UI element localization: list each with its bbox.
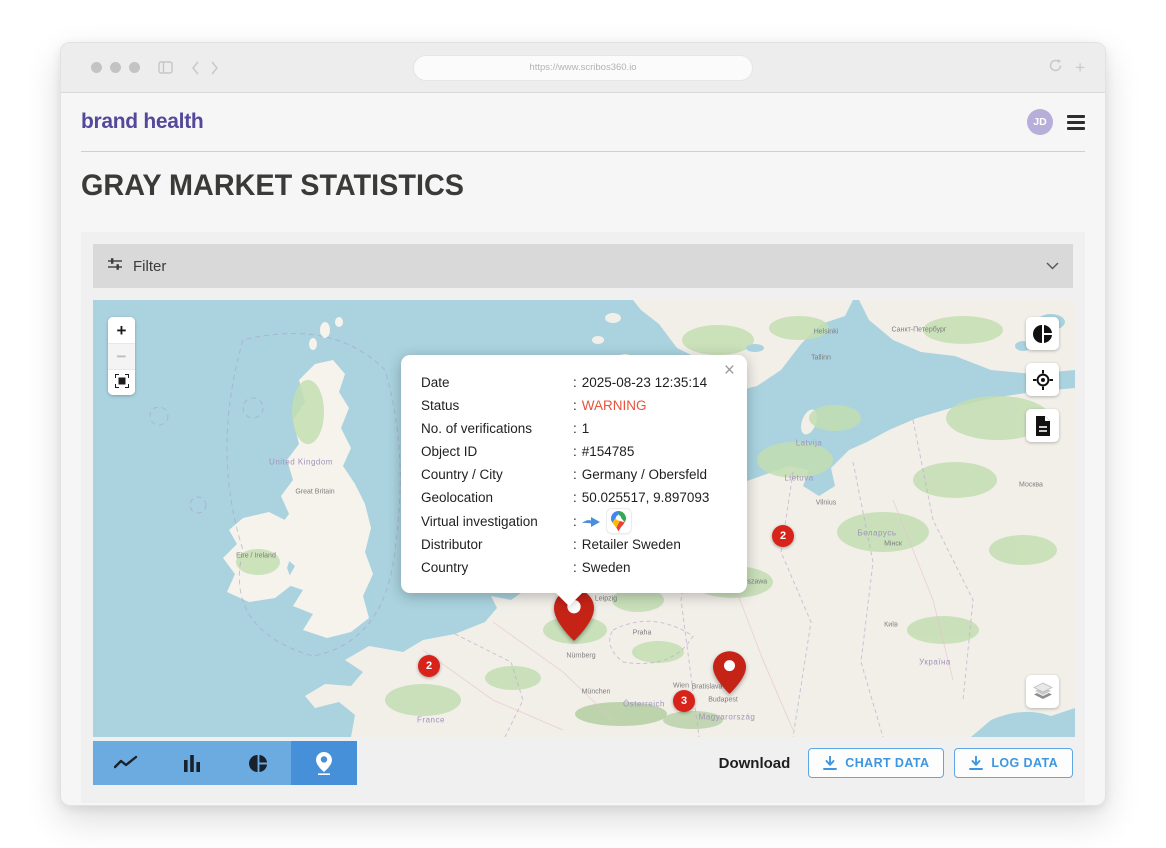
- pin-marker[interactable]: [713, 651, 746, 699]
- download-icon: [969, 756, 983, 770]
- popup-row: Country:Sweden: [421, 556, 727, 579]
- brand-logo: brand health: [81, 110, 203, 134]
- url-bar[interactable]: [413, 55, 753, 81]
- tab-line-chart[interactable]: [93, 741, 159, 785]
- zoom-out-button[interactable]: −: [108, 343, 135, 369]
- tab-pie-chart[interactable]: [225, 741, 291, 785]
- window-panel-icon[interactable]: [158, 61, 173, 74]
- locate-button[interactable]: [1026, 363, 1059, 396]
- traffic-lights[interactable]: [91, 62, 140, 73]
- status-value: WARNING: [582, 394, 647, 417]
- document-icon: [1035, 416, 1051, 436]
- popup-value: #154785: [582, 440, 635, 463]
- popup-value: 1: [582, 417, 590, 440]
- download-icon: [823, 756, 837, 770]
- pie-chart-icon: [1033, 324, 1053, 344]
- download-chart-data-button[interactable]: CHART DATA: [808, 748, 944, 778]
- google-maps-icon[interactable]: [607, 509, 631, 533]
- layers-icon: [1032, 682, 1054, 702]
- pie-chart-icon: [249, 754, 268, 773]
- map-zoom-control: + −: [108, 317, 135, 395]
- line-chart-icon: [114, 755, 138, 771]
- statistics-panel: Filter: [81, 232, 1085, 803]
- popup-value: Retailer Sweden: [582, 533, 681, 556]
- zoom-in-button[interactable]: +: [108, 317, 135, 343]
- avatar[interactable]: JD: [1027, 109, 1053, 135]
- layers-button[interactable]: [1026, 675, 1059, 708]
- popup-row: Date:2025-08-23 12:35:14: [421, 371, 727, 394]
- tab-map-view[interactable]: [291, 741, 357, 785]
- pie-overlay-button[interactable]: [1026, 317, 1059, 350]
- bar-chart-icon: [183, 754, 201, 772]
- cluster-marker[interactable]: 2: [418, 655, 440, 677]
- popup-row: Status:WARNING: [421, 394, 727, 417]
- popup-row: Virtual investigation:: [421, 509, 727, 533]
- fullscreen-button[interactable]: [108, 369, 135, 395]
- popup-row: Country / City:Germany / Obersfeld: [421, 463, 727, 486]
- menu-icon[interactable]: [1067, 115, 1085, 130]
- popup-row: Object ID:#154785: [421, 440, 727, 463]
- page-title: GRAY MARKET STATISTICS: [81, 169, 1045, 203]
- cluster-marker[interactable]: 3: [673, 690, 695, 712]
- arrow-link-icon[interactable]: [582, 515, 600, 528]
- marker-popup: × Date:2025-08-23 12:35:14Status:WARNING…: [401, 355, 747, 593]
- cluster-marker[interactable]: 2: [772, 525, 794, 547]
- filter-icon: [107, 257, 123, 276]
- popup-value: Sweden: [582, 556, 631, 579]
- close-icon[interactable]: ×: [724, 361, 735, 380]
- download-label: Download: [719, 755, 791, 772]
- new-tab-icon[interactable]: +: [1075, 59, 1085, 76]
- tab-bar-chart[interactable]: [159, 741, 225, 785]
- crosshair-icon: [1033, 370, 1053, 390]
- back-icon[interactable]: [191, 61, 200, 75]
- filter-bar[interactable]: Filter: [93, 244, 1073, 288]
- report-button[interactable]: [1026, 409, 1059, 442]
- browser-chrome: +: [61, 43, 1105, 93]
- popup-value: Germany / Obersfeld: [582, 463, 707, 486]
- download-log-data-button[interactable]: LOG DATA: [954, 748, 1073, 778]
- browser-window: + brand health JD GRAY MARKET STATISTICS…: [60, 42, 1106, 806]
- site-header: brand health JD: [81, 93, 1085, 152]
- popup-row: Geolocation:50.025517, 9.897093: [421, 486, 727, 509]
- map[interactable]: United KingdomGreat BritainEire / Irelan…: [93, 300, 1075, 737]
- chart-type-tabs: [93, 741, 357, 785]
- popup-row: Distributor:Retailer Sweden: [421, 533, 727, 556]
- popup-value: 2025-08-23 12:35:14: [582, 371, 707, 394]
- map-pin-icon: [316, 752, 332, 775]
- refresh-icon[interactable]: [1048, 58, 1063, 78]
- popup-row: No. of verifications:1: [421, 417, 727, 440]
- chart-toolbar: Download CHART DATA LOG DATA: [93, 741, 1073, 785]
- page-content: brand health JD GRAY MARKET STATISTICS F…: [61, 93, 1105, 805]
- filter-label: Filter: [133, 258, 166, 275]
- chevron-down-icon[interactable]: [1046, 257, 1059, 275]
- forward-icon[interactable]: [210, 61, 219, 75]
- popup-value: 50.025517, 9.897093: [582, 486, 710, 509]
- download-group: Download CHART DATA LOG DATA: [719, 748, 1073, 778]
